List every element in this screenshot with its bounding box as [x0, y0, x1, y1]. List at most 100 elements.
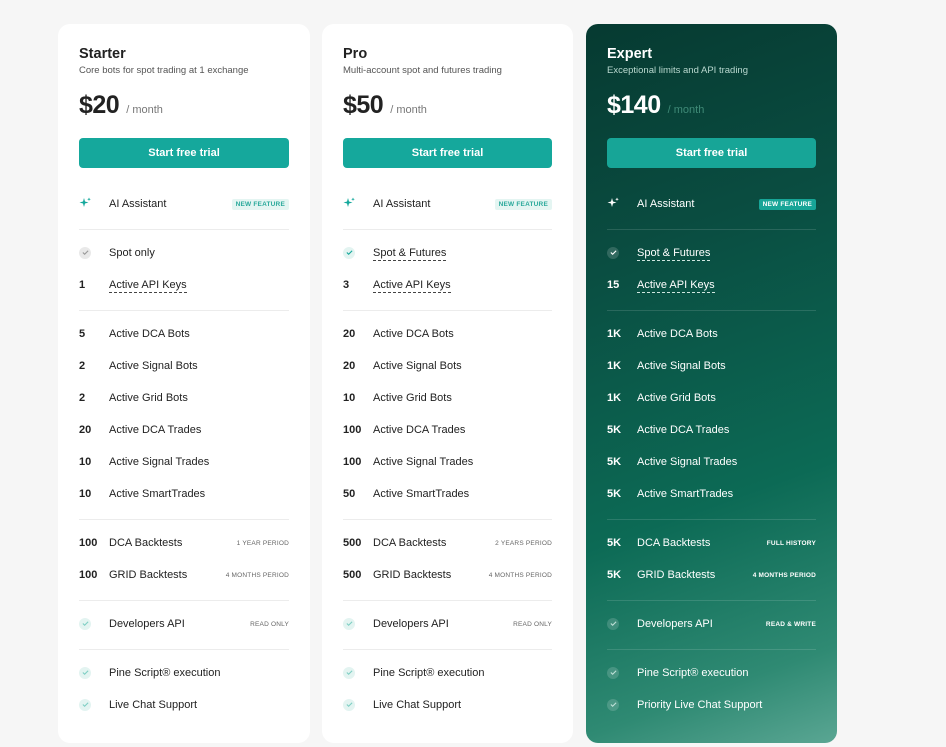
feature-row: 10 Active SmartTrades: [79, 484, 289, 504]
feature-value: 5K: [607, 424, 622, 436]
feature-row: 10 Active Signal Trades: [79, 452, 289, 472]
start-free-trial-button[interactable]: Start free trial: [343, 138, 552, 168]
period-tag: FULL HISTORY: [766, 539, 816, 547]
check-icon: [79, 666, 91, 679]
feature-label: AI Assistant: [109, 198, 167, 210]
feature-api-keys: 15 Active API Keys: [607, 275, 816, 295]
feature-label: Developers API: [373, 618, 449, 630]
check-icon: [607, 666, 619, 679]
check-icon: [343, 698, 355, 711]
feature-label: Active Signal Bots: [109, 360, 198, 372]
plan-price: $140 / month: [607, 91, 704, 120]
divider: [607, 600, 816, 601]
feature-row: 100 Active Signal Trades: [343, 452, 552, 472]
divider: [607, 649, 816, 650]
divider: [343, 310, 552, 311]
check-icon: [343, 617, 355, 630]
feature-label: Pine Script® execution: [109, 667, 221, 679]
access-tag: READ ONLY: [250, 620, 289, 628]
feature-backtest: 100 GRID Backtests 4 MONTHS PERIOD: [79, 565, 289, 585]
price-period: / month: [126, 104, 163, 116]
new-feature-badge: NEW FEATURE: [758, 198, 816, 210]
plan-title: Expert: [607, 46, 653, 62]
feature-value: 100: [343, 456, 362, 468]
api-keys-tooltip-trigger[interactable]: Active API Keys: [109, 279, 187, 293]
feature-row: 20 Active Signal Bots: [343, 356, 552, 376]
divider: [79, 229, 289, 230]
new-feature-badge: NEW FEATURE: [494, 198, 552, 210]
feature-extra: Pine Script® execution: [79, 663, 289, 683]
feature-dev-api: Developers API READ ONLY: [79, 614, 289, 634]
feature-value: 3: [343, 279, 350, 291]
feature-value: 1: [79, 279, 86, 291]
feature-label: Active Signal Trades: [109, 456, 210, 468]
feature-backtest: 5K DCA Backtests FULL HISTORY: [607, 533, 816, 553]
check-icon: [79, 246, 91, 259]
feature-row: 2 Active Signal Bots: [79, 356, 289, 376]
feature-value: 1K: [607, 392, 622, 404]
feature-label: GRID Backtests: [109, 569, 188, 581]
feature-api-keys: 1 Active API Keys: [79, 275, 289, 295]
feature-trading-type: Spot only: [79, 243, 289, 263]
feature-value: 100: [343, 424, 362, 436]
feature-value: 20: [343, 360, 356, 372]
price-amount: $140: [607, 91, 661, 119]
feature-label: Active DCA Bots: [109, 328, 190, 340]
divider: [343, 229, 552, 230]
feature-row: 1K Active Grid Bots: [607, 388, 816, 408]
feature-row: 5K Active DCA Trades: [607, 420, 816, 440]
feature-value: 5K: [607, 537, 622, 549]
feature-label: GRID Backtests: [373, 569, 452, 581]
price-amount: $50: [343, 91, 384, 119]
feature-backtest: 500 GRID Backtests 4 MONTHS PERIOD: [343, 565, 552, 585]
check-icon: [79, 617, 91, 630]
api-keys-tooltip-trigger[interactable]: Active API Keys: [373, 279, 451, 293]
feature-value: 10: [343, 392, 356, 404]
feature-value: 50: [343, 488, 356, 500]
feature-label: Active Signal Trades: [637, 456, 738, 468]
feature-value: 500: [343, 537, 362, 549]
feature-label: DCA Backtests: [637, 537, 711, 549]
feature-label: Live Chat Support: [109, 699, 198, 711]
divider: [607, 519, 816, 520]
feature-label: Active DCA Bots: [373, 328, 454, 340]
start-free-trial-button[interactable]: Start free trial: [607, 138, 816, 168]
divider: [343, 600, 552, 601]
api-keys-tooltip-trigger[interactable]: Active API Keys: [637, 279, 715, 293]
feature-label: Pine Script® execution: [373, 667, 485, 679]
plan-title: Starter: [79, 46, 126, 62]
feature-value: 100: [79, 537, 98, 549]
trading-type-tooltip-trigger[interactable]: Spot & Futures: [637, 247, 711, 261]
plan-subtitle: Exceptional limits and API trading: [607, 65, 748, 76]
access-tag: READ ONLY: [513, 620, 552, 628]
feature-extra: Priority Live Chat Support: [607, 695, 816, 715]
feature-ai-assistant: AI Assistant NEW FEATURE: [607, 194, 816, 214]
feature-label: Spot only: [109, 247, 155, 259]
sparkle-icon: [343, 197, 373, 212]
feature-label: AI Assistant: [373, 198, 431, 210]
feature-label: Active Grid Bots: [637, 392, 716, 404]
feature-label: Active DCA Trades: [109, 424, 202, 436]
feature-extra: Live Chat Support: [79, 695, 289, 715]
feature-extra: Pine Script® execution: [343, 663, 552, 683]
trading-type-tooltip-trigger[interactable]: Spot & Futures: [373, 247, 447, 261]
plan-subtitle: Core bots for spot trading at 1 exchange: [79, 65, 249, 76]
feature-value: 100: [79, 569, 98, 581]
divider: [79, 519, 289, 520]
feature-label: Active SmartTrades: [637, 488, 734, 500]
feature-value: 2: [79, 360, 86, 372]
feature-label: Active DCA Bots: [637, 328, 718, 340]
feature-label: DCA Backtests: [373, 537, 447, 549]
feature-label: Active Signal Bots: [637, 360, 726, 372]
feature-backtest: 500 DCA Backtests 2 YEARS PERIOD: [343, 533, 552, 553]
new-feature-badge: NEW FEATURE: [231, 198, 289, 210]
feature-row: 20 Active DCA Bots: [343, 324, 552, 344]
feature-value: 10: [79, 488, 92, 500]
plan-card-expert: Expert Exceptional limits and API tradin…: [586, 24, 837, 743]
check-icon: [607, 617, 619, 630]
period-tag: 4 MONTHS PERIOD: [752, 571, 816, 579]
feature-label: Active Signal Bots: [373, 360, 462, 372]
feature-value: 5K: [607, 488, 622, 500]
sparkle-icon: [79, 197, 109, 212]
start-free-trial-button[interactable]: Start free trial: [79, 138, 289, 168]
